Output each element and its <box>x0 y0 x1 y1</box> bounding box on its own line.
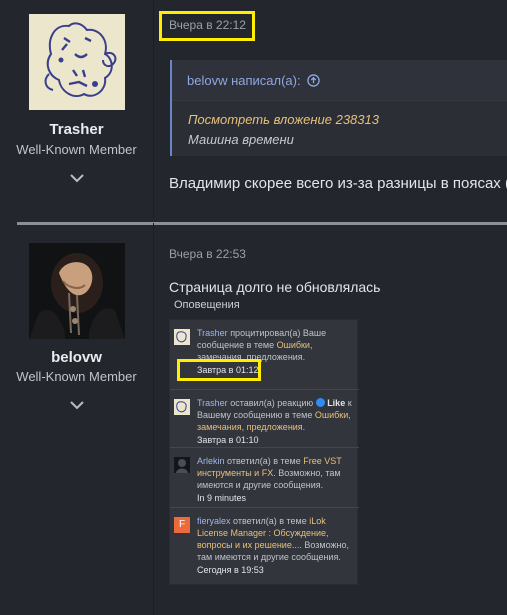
post-user-column: Trasher Well-Known Member <box>0 0 153 218</box>
notification-time: In 9 minutes <box>197 493 247 503</box>
quote-author[interactable]: belovw написал(а): <box>187 73 301 88</box>
quote-block: belovw написал(а): Посмотреть вложение 2… <box>170 60 507 156</box>
highlight-box <box>177 359 261 381</box>
like-icon <box>315 398 325 407</box>
username-trasher[interactable]: Trasher <box>0 121 153 138</box>
avatar-trasher-small <box>174 329 190 345</box>
chevron-down-icon[interactable] <box>69 400 85 410</box>
avatar-arlekin-small <box>174 457 190 473</box>
post-trasher: Trasher Well-Known Member Вчера в 22:12 … <box>0 0 507 218</box>
notification-user[interactable]: fieryalex <box>197 516 231 526</box>
notification-item[interactable]: Arlekin ответил(а) в теме Free VST инстр… <box>170 448 359 508</box>
notification-thread-link[interactable]: Ошибки, <box>277 340 313 350</box>
notification-text: оставил(а) реакцию <box>227 398 316 408</box>
post-message: Владимир скорее всего из-за разницы в по… <box>169 175 507 192</box>
post-message: Страница долго не обновлялась <box>169 279 381 295</box>
arrow-up-circle-icon[interactable] <box>307 74 320 87</box>
notification-text: ответил(а) в теме <box>230 516 310 526</box>
avatar-trasher-small <box>174 399 190 415</box>
notification-time: Сегодня в 19:53 <box>197 565 264 575</box>
avatar-fieryalex-small: F <box>174 517 190 533</box>
username-belovw[interactable]: belovw <box>0 349 153 366</box>
highlight-box <box>159 11 255 41</box>
notification-time: Завтра в 01:10 <box>197 435 259 445</box>
reaction-name: Like <box>327 398 346 408</box>
post-time[interactable]: Вчера в 22:53 <box>169 247 246 261</box>
avatar-belovw-photo <box>29 243 125 339</box>
quote-text: Машина времени <box>188 132 294 147</box>
avatar-trasher-drawing <box>29 14 125 110</box>
notifications-title: Оповещения <box>174 299 240 311</box>
notification-user[interactable]: Trasher <box>197 398 228 408</box>
avatar-belovw[interactable] <box>29 243 125 339</box>
notification-text: ответил(а) в теме <box>224 456 304 466</box>
notification-item[interactable]: F fieryalex ответил(а) в теме iLok Licen… <box>170 508 359 586</box>
notification-user[interactable]: Arlekin <box>197 456 225 466</box>
notification-item[interactable]: Trasher оставил(а) реакцию Like к Вашему… <box>170 390 359 448</box>
user-title: Well-Known Member <box>16 142 137 157</box>
avatar-trasher[interactable] <box>29 14 125 110</box>
quote-header[interactable]: belovw написал(а): <box>172 60 507 101</box>
attachment-link[interactable]: Посмотреть вложение 238313 <box>188 112 379 127</box>
user-title: Well-Known Member <box>16 369 137 384</box>
notification-user[interactable]: Trasher <box>197 328 228 338</box>
chevron-down-icon[interactable] <box>69 173 85 183</box>
